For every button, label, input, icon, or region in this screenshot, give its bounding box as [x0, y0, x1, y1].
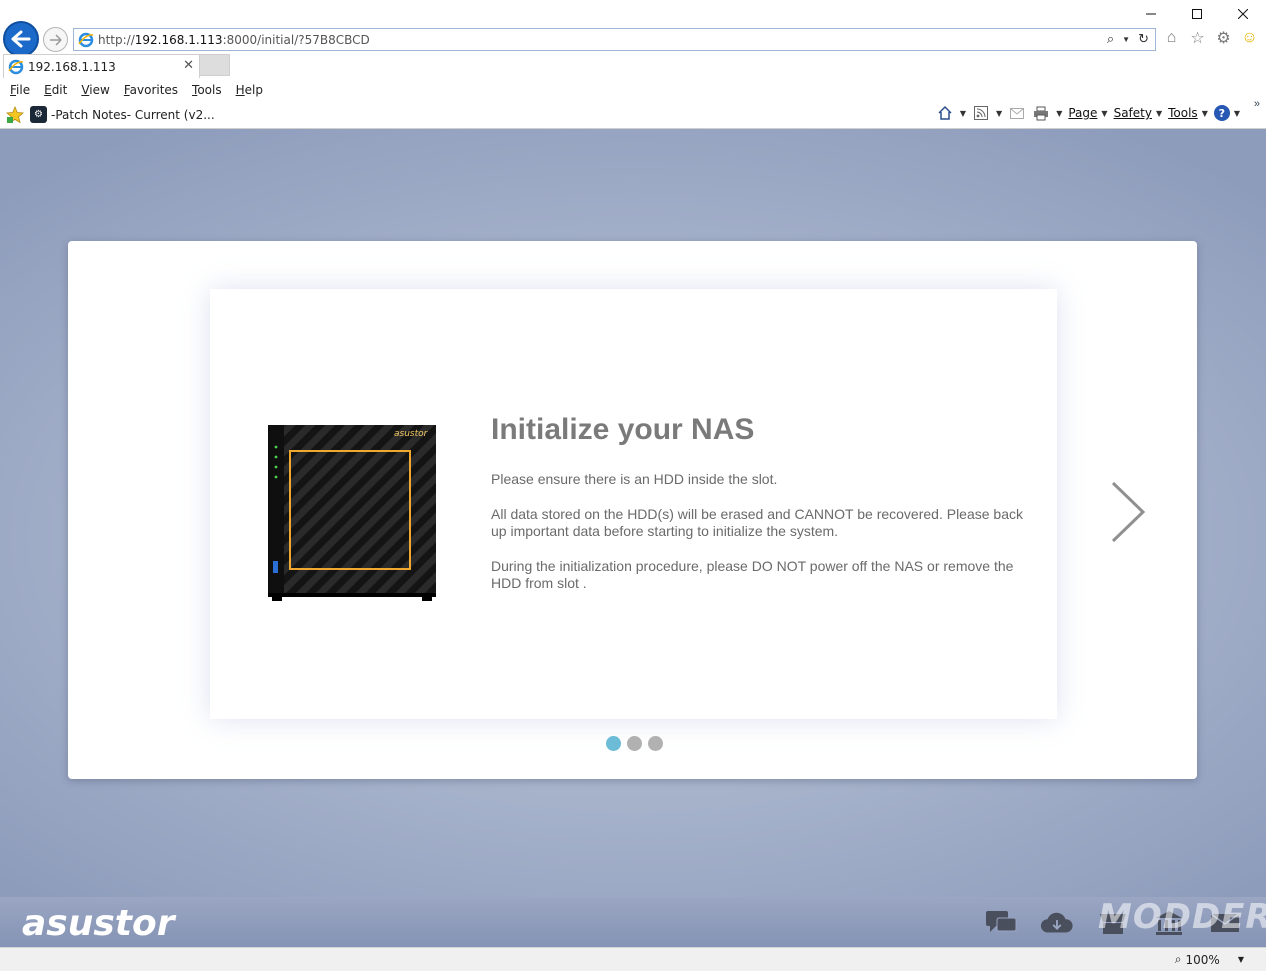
minimize-button[interactable]	[1128, 0, 1174, 28]
slide-text-hdd: Please ensure there is an HDD inside the…	[491, 471, 778, 487]
menu-help[interactable]: Help	[236, 83, 263, 97]
rss-dropdown-icon[interactable]: ▼	[996, 109, 1002, 118]
nas-device-image	[268, 425, 436, 601]
close-window-button[interactable]	[1220, 0, 1266, 28]
arrow-right-icon	[49, 33, 62, 46]
home-dropdown-icon[interactable]: ▼	[960, 109, 966, 118]
next-slide-button[interactable]	[1110, 481, 1146, 543]
toolbar-right-icons: ⌂ ☆ ⚙ ☺	[1163, 29, 1258, 47]
pagination-dot-2[interactable]	[627, 736, 642, 751]
help-icon: ?	[1213, 105, 1230, 121]
slide-text-erase-warning: All data stored on the HDD(s) will be er…	[491, 506, 1023, 539]
new-tab-button[interactable]	[200, 54, 230, 76]
address-bar[interactable]: http://192.168.1.113:8000/initial/?57B8C…	[73, 28, 1156, 51]
tools-menu[interactable]: Tools ▼	[1168, 106, 1208, 120]
zoom-level: 100%	[1185, 952, 1220, 967]
menu-file[interactable]: File	[10, 83, 30, 97]
smiley-feedback-icon[interactable]: ☺	[1241, 29, 1258, 47]
slide-panel: asustor Initialize your NAS Please ensur…	[210, 289, 1057, 719]
minimize-icon	[1146, 13, 1156, 15]
refresh-icon[interactable]: ↻	[1138, 31, 1149, 47]
help-menu[interactable]: ? ▼	[1213, 105, 1240, 121]
favorites-bar: ⚙ -Patch Notes- Current (v2... ▼ ▼ ▼ Pag…	[0, 103, 1266, 127]
cloud-download-icon[interactable]	[1040, 909, 1074, 937]
slide-pagination	[606, 736, 663, 751]
chevron-right-icon	[1111, 481, 1146, 543]
maximize-button[interactable]	[1174, 0, 1220, 28]
tab-active[interactable]: 192.168.1.113 ✕	[3, 54, 200, 78]
chat-support-icon[interactable]	[984, 909, 1018, 937]
print-dropdown-icon[interactable]: ▼	[1056, 109, 1062, 118]
toolbar-overflow-icon[interactable]: »	[1254, 98, 1260, 110]
dropdown-arrow-icon[interactable]: ▼	[1122, 35, 1130, 44]
menu-view[interactable]: View	[81, 83, 109, 97]
close-icon	[1238, 9, 1248, 19]
ie-page-icon	[78, 32, 94, 47]
favorites-star-icon[interactable]: ☆	[1189, 29, 1206, 47]
search-icon[interactable]: ⌕	[1107, 31, 1114, 47]
status-bar: ⌕ 100% ▼	[0, 947, 1266, 971]
favorite-link-label: -Patch Notes- Current (v2...	[51, 107, 215, 122]
home-command-icon[interactable]	[936, 104, 954, 122]
device-brand-label: asustor	[394, 429, 428, 439]
menu-favorites[interactable]: Favorites	[124, 83, 178, 97]
gear-icon[interactable]: ⚙	[1215, 29, 1232, 47]
browser-chrome: http://192.168.1.113:8000/initial/?57B8C…	[0, 0, 1266, 129]
menu-tools[interactable]: Tools	[192, 83, 222, 97]
slide-title: Initialize your NAS	[491, 413, 755, 446]
zoom-magnifier-icon: ⌕	[1174, 952, 1182, 966]
slide-text-power-warning: During the initialization procedure, ple…	[491, 558, 1014, 591]
address-tools: ⌕ ▼ ↻	[1107, 31, 1149, 47]
rss-feed-icon[interactable]	[972, 104, 990, 122]
steam-icon: ⚙	[30, 106, 47, 123]
page-viewport: asustor Initialize your NAS Please ensur…	[0, 129, 1266, 947]
mail-icon[interactable]	[1008, 104, 1026, 122]
asustor-logo: asustor	[22, 903, 175, 944]
page-menu[interactable]: Page ▼	[1068, 106, 1107, 120]
menu-edit[interactable]: Edit	[44, 83, 67, 97]
pagination-dot-3[interactable]	[648, 736, 663, 751]
ie-tab-icon	[8, 59, 24, 74]
menu-bar: File Edit View Favorites Tools Help	[0, 79, 277, 101]
watermark-logo: MODDERS	[1098, 897, 1266, 937]
add-favorites-icon[interactable]	[6, 106, 24, 124]
home-icon[interactable]: ⌂	[1163, 29, 1180, 47]
forward-button[interactable]	[43, 27, 68, 52]
page-footer: asustor MODDERS	[0, 897, 1266, 947]
safety-menu[interactable]: Safety ▼	[1114, 106, 1163, 120]
maximize-icon	[1192, 9, 1202, 19]
tab-title: 192.168.1.113	[28, 59, 116, 74]
favorite-link[interactable]: ⚙ -Patch Notes- Current (v2...	[30, 106, 215, 123]
print-icon[interactable]	[1032, 104, 1050, 122]
tab-bar: 192.168.1.113 ✕	[0, 54, 1266, 78]
arrow-left-icon	[11, 30, 31, 48]
window-controls	[1128, 0, 1266, 28]
pagination-dot-1[interactable]	[606, 736, 621, 751]
tab-close-icon[interactable]: ✕	[183, 58, 194, 73]
zoom-dropdown-icon[interactable]: ▼	[1238, 955, 1244, 964]
address-url: http://192.168.1.113:8000/initial/?57B8C…	[98, 32, 370, 47]
wizard-card: asustor Initialize your NAS Please ensur…	[68, 241, 1197, 779]
command-bar: ▼ ▼ ▼ Page ▼ Safety ▼ Tools ▼ ? ▼	[936, 104, 1240, 122]
back-button[interactable]	[3, 21, 39, 57]
zoom-control[interactable]: ⌕ 100% ▼	[1175, 952, 1244, 967]
